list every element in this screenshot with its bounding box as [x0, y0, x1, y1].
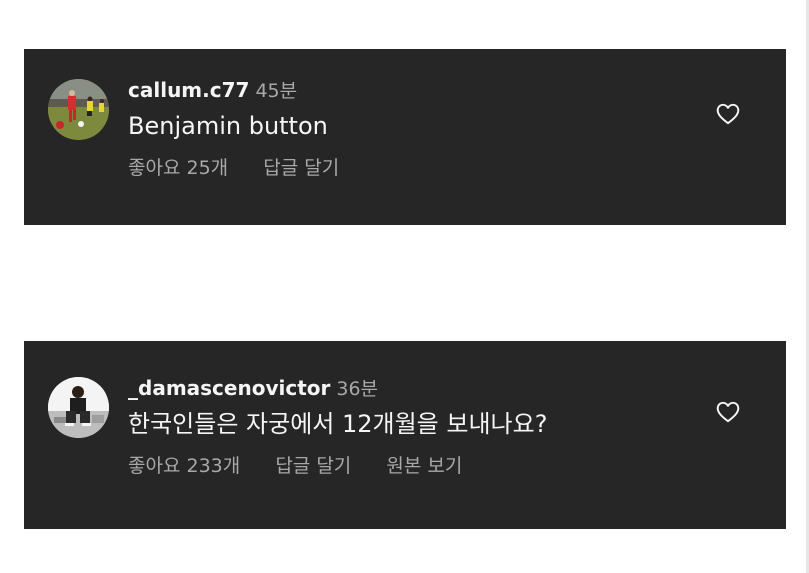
comment-actions: 좋아요 233개 답글 달기 원본 보기: [128, 453, 706, 479]
comment-card: _damascenovictor 36분 한국인들은 자궁에서 12개월을 보내나…: [24, 341, 786, 529]
heart-outline-icon[interactable]: [715, 399, 741, 425]
person-sitting-avatar-icon: [48, 377, 109, 438]
comment-actions: 좋아요 25개 답글 달기: [128, 155, 706, 181]
heart-outline-icon[interactable]: [715, 101, 741, 127]
reply-button[interactable]: 답글 달기: [275, 455, 351, 477]
comment-text: 한국인들은 자궁에서 12개월을 보내나요?: [128, 410, 548, 438]
comment-header: _damascenovictor 36분: [128, 375, 706, 401]
comment-time: 45분: [255, 80, 298, 102]
comment-text: Benjamin button: [128, 112, 328, 140]
username[interactable]: _damascenovictor: [128, 376, 330, 400]
reply-button[interactable]: 답글 달기: [263, 157, 339, 179]
avatar[interactable]: [48, 377, 109, 438]
username[interactable]: callum.c77: [128, 78, 249, 102]
avatar[interactable]: [48, 79, 109, 140]
likes-count-button[interactable]: 좋아요 233개: [128, 455, 240, 477]
comment-content: callum.c77 45분 Benjamin button 좋아요 25개 답글…: [128, 77, 706, 181]
likes-count-button[interactable]: 좋아요 25개: [128, 157, 228, 179]
comment-time: 36분: [336, 378, 379, 400]
comment-header: callum.c77 45분: [128, 77, 706, 103]
comment-content: _damascenovictor 36분 한국인들은 자궁에서 12개월을 보내나…: [128, 375, 706, 479]
soccer-player-avatar-icon: [48, 79, 109, 140]
comment-card: callum.c77 45분 Benjamin button 좋아요 25개 답글…: [24, 49, 786, 225]
see-original-button[interactable]: 원본 보기: [386, 455, 462, 477]
